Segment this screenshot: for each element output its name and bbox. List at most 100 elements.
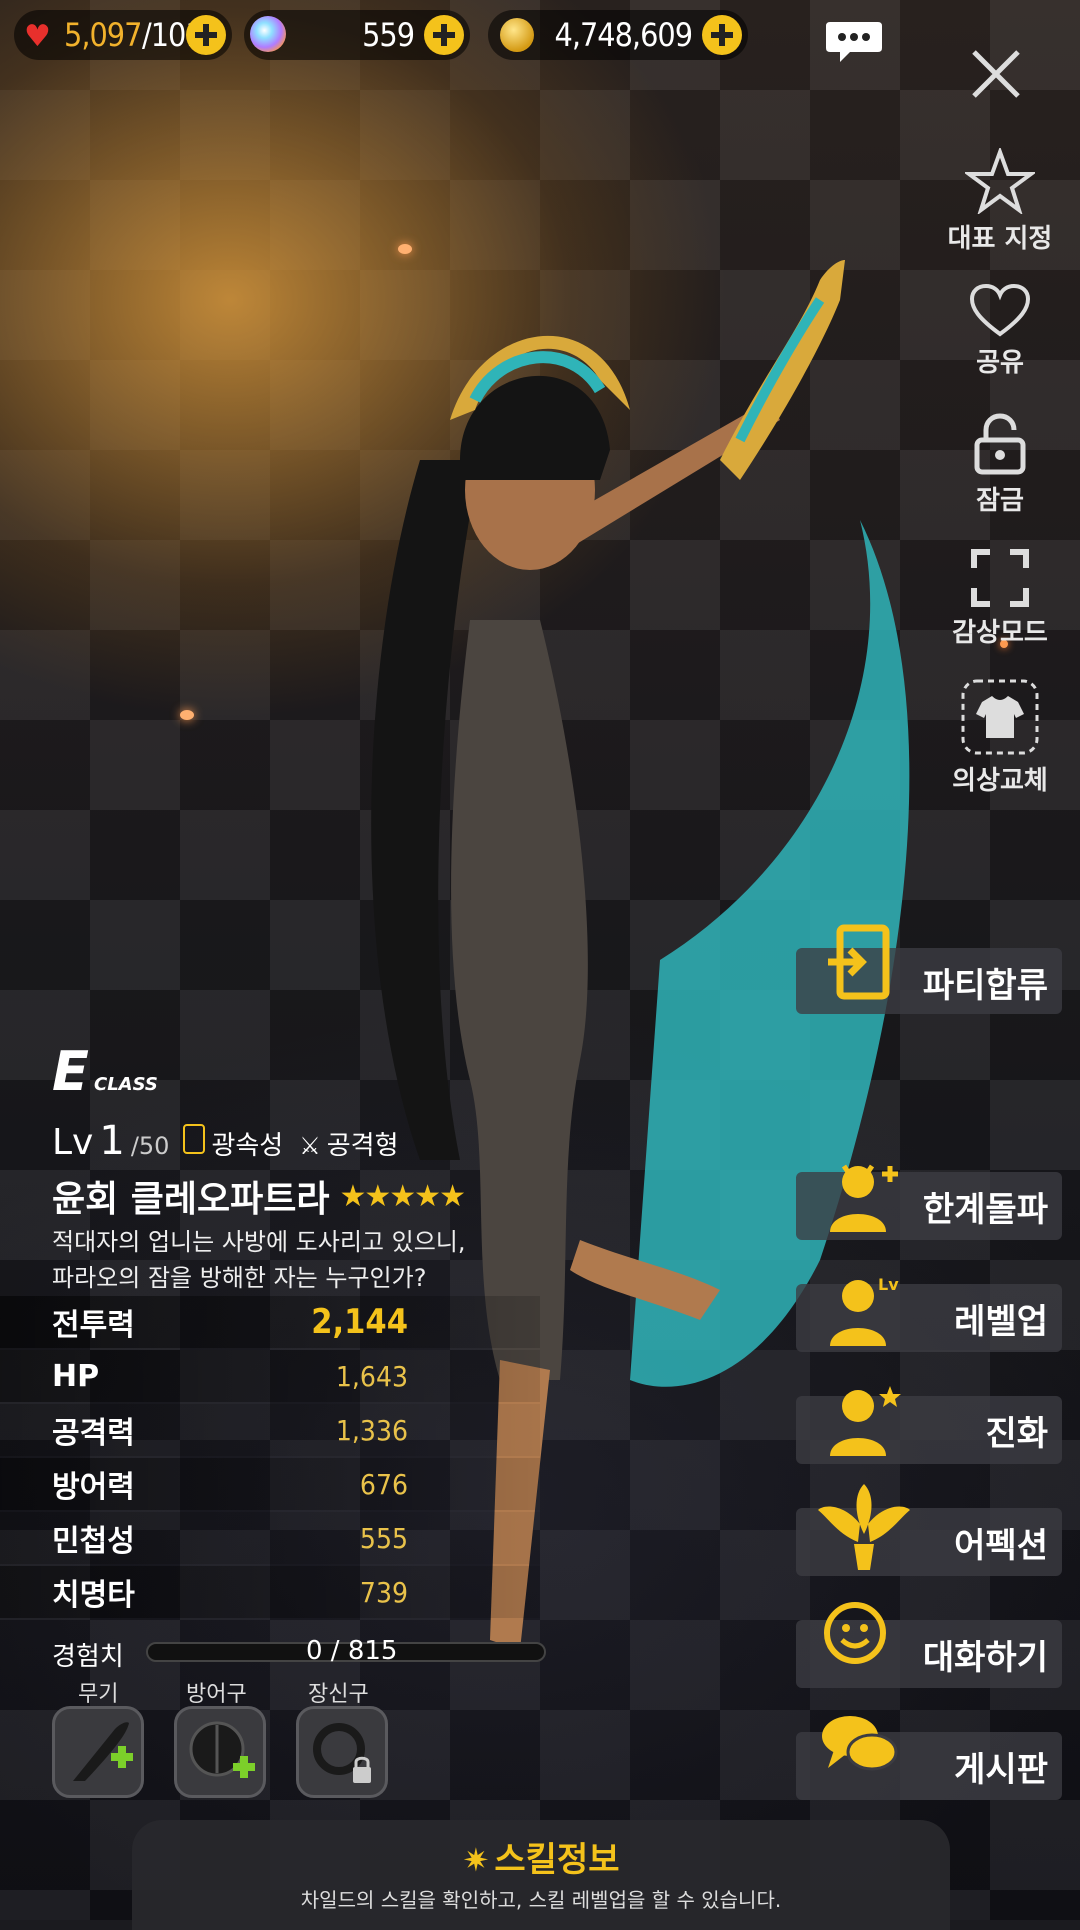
representative-button[interactable]: 대표 지정 (920, 146, 1080, 255)
character-quote-line2: 파라오의 잠을 방해한 자는 누구인가? (52, 1264, 427, 1292)
level-prefix: Lv (52, 1122, 94, 1163)
costume-label: 의상교체 (952, 766, 1048, 796)
skill-title-row: ✷ 스킬정보 (132, 1832, 950, 1881)
weapon-label: 무기 (78, 1682, 119, 1707)
smiley-face-icon (824, 1602, 886, 1664)
stat-label: 방어력 (52, 1470, 135, 1505)
talk-button[interactable]: 대화하기 (796, 1602, 1062, 1688)
exp-value: 0 / 815 (306, 1636, 398, 1666)
gold-counter[interactable]: 4,748,609 (488, 10, 748, 60)
add-gems-button[interactable] (424, 15, 464, 55)
level-up-button[interactable]: Lv 레벨업 (796, 1275, 1062, 1352)
stat-row: 민첩성 555 (0, 1512, 540, 1564)
share-button[interactable]: 공유 (920, 282, 1080, 379)
skill-description: 차일드의 스킬을 확인하고, 스킬 레벨업을 할 수 있습니다. (300, 1888, 782, 1912)
character-star-icon (830, 1386, 901, 1456)
heart-outline-icon (969, 283, 1031, 337)
exp-label: 경험치 (52, 1642, 124, 1672)
gold-value: 4,748,609 (554, 16, 693, 54)
chat-bubble-icon (826, 22, 882, 62)
stat-label: 치명타 (52, 1578, 135, 1613)
representative-label: 대표 지정 (947, 224, 1053, 254)
character-plus-icon (830, 1164, 898, 1232)
talk-label: 대화하기 (922, 1638, 1048, 1678)
affection-button[interactable]: 어펙션 (796, 1484, 1062, 1576)
crossed-swords-icon: ⚔ (299, 1132, 321, 1160)
ring-lock-icon (313, 1723, 371, 1783)
enter-door-icon (828, 924, 890, 1000)
evolve-label: 진화 (985, 1414, 1048, 1454)
lock-label: 잠금 (976, 486, 1024, 516)
svg-text:Lv: Lv (878, 1275, 899, 1294)
name-text: 윤회 클레오파트라 (52, 1179, 330, 1220)
gem-icon (250, 16, 286, 52)
star-rating: ★★★★★ (339, 1178, 466, 1214)
party-join-button[interactable]: 파티합류 (796, 924, 1062, 1014)
stat-value: 1,643 (335, 1359, 408, 1393)
stat-value: 1,336 (335, 1413, 408, 1447)
close-button[interactable] (966, 44, 1026, 104)
stat-row: HP 1,643 (0, 1350, 540, 1402)
skill-info-button[interactable]: ✷ 스킬정보 차일드의 스킬을 확인하고, 스킬 레벨업을 할 수 있습니다. (132, 1820, 950, 1930)
limit-break-label: 한계돌파 (922, 1190, 1048, 1230)
accessory-label: 장신구 (308, 1682, 369, 1707)
stat-label: HP (52, 1358, 100, 1394)
hearts-value: 5,097 (64, 16, 142, 54)
character-quote-line1: 적대자의 업니는 사방에 도사리고 있으니, (52, 1228, 466, 1256)
level-value: 1 (99, 1118, 125, 1164)
skill-orbit-icon: ✷ (462, 1841, 490, 1879)
winged-emblem-icon (818, 1484, 910, 1570)
character-name: 윤회 클레오파트라 ★★★★★ (52, 1170, 466, 1222)
board-label: 게시판 (954, 1750, 1048, 1790)
gems-value: 559 (362, 16, 415, 54)
costume-shirt-icon (961, 679, 1039, 755)
limit-break-button[interactable]: 한계돌파 (796, 1164, 1062, 1240)
gems-counter[interactable]: 559 (244, 10, 470, 60)
light-attribute-icon (183, 1124, 206, 1154)
stat-label: 공격력 (52, 1416, 135, 1451)
power-label: 전투력 (52, 1308, 135, 1343)
chat-button[interactable] (824, 18, 884, 62)
ember-particle (398, 244, 412, 254)
stat-row: 공격력 1,336 (0, 1404, 540, 1456)
affection-label: 어펙션 (954, 1526, 1048, 1566)
class-word: CLASS (93, 1074, 158, 1095)
board-button[interactable]: 게시판 (796, 1716, 1062, 1800)
character-level-icon: Lv (830, 1275, 899, 1346)
stat-value: 555 (359, 1521, 408, 1555)
class-badge: E CLASS (52, 1040, 158, 1103)
stat-row: 치명타 739 (0, 1566, 540, 1618)
shield-icon (189, 1721, 255, 1778)
hearts-counter[interactable]: ♥ 5,097 /101 (14, 10, 232, 60)
blade-icon (73, 1722, 133, 1781)
share-label: 공유 (976, 348, 1024, 378)
add-gold-button[interactable] (702, 15, 742, 55)
ember-particle (180, 710, 194, 720)
evolve-button[interactable]: 진화 (796, 1386, 1062, 1464)
gold-coin-icon (500, 18, 534, 52)
add-hearts-button[interactable] (186, 15, 226, 55)
skill-title: 스킬정보 (494, 1840, 620, 1880)
level-up-label: 레벨업 (954, 1302, 1048, 1342)
view-mode-button[interactable]: 감상모드 (920, 548, 1080, 649)
attribute-label: 광속성 (211, 1131, 284, 1161)
level-max: /50 (130, 1132, 170, 1160)
view-mode-label: 감상모드 (952, 618, 1048, 648)
type-label: 공격형 (326, 1131, 399, 1161)
close-icon (972, 50, 1020, 98)
lock-icon (974, 413, 1026, 475)
stat-value: 739 (359, 1575, 408, 1609)
armor-slot[interactable] (174, 1706, 266, 1798)
lock-button[interactable]: 잠금 (920, 412, 1080, 517)
star-outline-icon (962, 146, 1038, 216)
party-join-label: 파티합류 (922, 966, 1048, 1006)
weapon-slot[interactable] (52, 1706, 144, 1798)
level-line: Lv 1 /50 광속성 ⚔ 공격형 (52, 1118, 399, 1164)
power-value: 2,144 (311, 1302, 408, 1342)
stat-row: 방어력 676 (0, 1458, 540, 1510)
stat-row-power: 전투력 2,144 (0, 1296, 540, 1348)
costume-button[interactable]: 의상교체 (920, 678, 1080, 797)
stat-label: 민첩성 (52, 1524, 135, 1559)
accessory-slot[interactable] (296, 1706, 388, 1798)
fullscreen-icon (971, 549, 1029, 607)
